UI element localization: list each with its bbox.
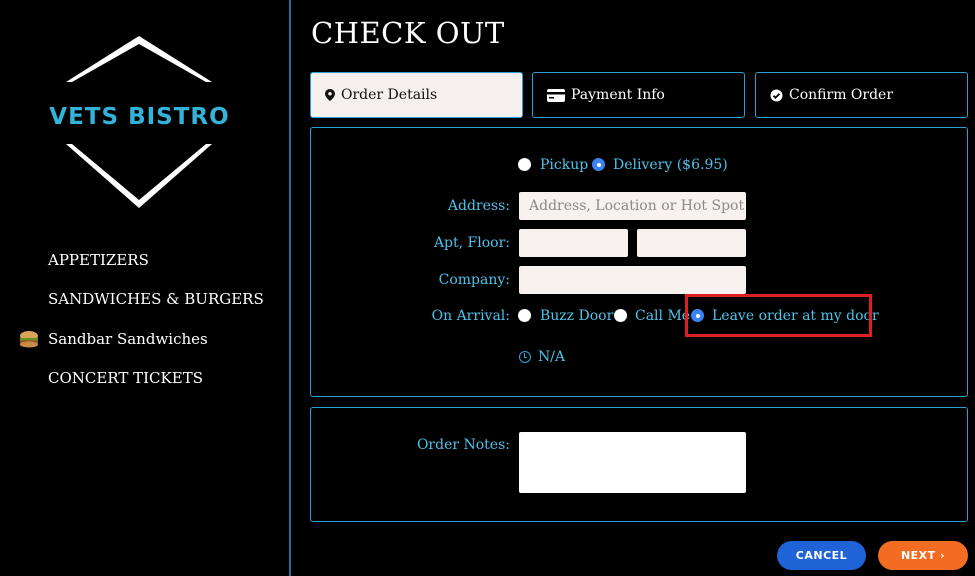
tab-label: Confirm Order — [789, 87, 894, 103]
sidebar-item-sandwiches-burgers[interactable]: SANDWICHES & BURGERS — [18, 280, 288, 320]
address-input[interactable] — [519, 192, 746, 220]
sandwich-icon — [20, 330, 38, 348]
pickup-label[interactable]: Pickup — [540, 157, 588, 173]
order-notes-textarea[interactable] — [519, 432, 746, 493]
map-pin-icon — [325, 89, 335, 101]
sidebar-item-sandbar-sandwiches[interactable]: Sandbar Sandwiches — [18, 319, 288, 359]
sidebar-item-label: SANDWICHES & BURGERS — [48, 290, 264, 309]
tab-label: Order Details — [341, 87, 438, 103]
call-me-label[interactable]: Call Me — [635, 308, 690, 324]
sidebar-item-appetizers[interactable]: APPETIZERS — [18, 240, 288, 280]
clock-icon — [519, 351, 531, 363]
buzz-door-radio[interactable] — [518, 309, 531, 322]
tab-order-details[interactable]: Order Details — [310, 72, 523, 118]
sidebar-item-concert-tickets[interactable]: CONCERT TICKETS — [18, 359, 288, 399]
page-title: CHECK OUT — [311, 16, 505, 50]
brand-name: VETS BISTRO — [49, 104, 230, 130]
company-input[interactable] — [519, 266, 746, 294]
apt-floor-label: Apt, Floor: — [433, 235, 510, 251]
delivery-radio[interactable] — [592, 158, 605, 171]
floor-input[interactable] — [637, 229, 746, 257]
call-me-radio[interactable] — [614, 309, 627, 322]
credit-card-icon — [547, 88, 565, 102]
delivery-label[interactable]: Delivery ($6.95) — [613, 157, 728, 173]
address-label: Address: — [447, 198, 510, 214]
cancel-button[interactable]: CANCEL — [777, 541, 866, 570]
sidebar: VETS BISTRO APPETIZERS SANDWICHES & BURG… — [0, 0, 291, 576]
sidebar-item-label: CONCERT TICKETS — [48, 369, 203, 388]
sidebar-nav: APPETIZERS SANDWICHES & BURGERS Sandbar … — [18, 240, 288, 398]
apt-input[interactable] — [519, 229, 628, 257]
tab-payment-info[interactable]: Payment Info — [532, 72, 745, 118]
sidebar-item-label: APPETIZERS — [48, 250, 149, 269]
tab-confirm-order[interactable]: Confirm Order — [755, 72, 968, 118]
check-circle-icon — [770, 89, 783, 102]
order-notes-label: Order Notes: — [416, 437, 510, 453]
checkout-tabs: Order Details Payment Info Confirm Order — [310, 72, 968, 118]
na-label: N/A — [538, 349, 566, 365]
company-label: Company: — [438, 272, 510, 288]
next-button[interactable]: NEXT › — [878, 541, 968, 570]
pickup-radio[interactable] — [518, 158, 531, 171]
highlight-box — [685, 294, 872, 337]
sidebar-item-label: Sandbar Sandwiches — [48, 329, 208, 348]
tab-label: Payment Info — [571, 87, 665, 103]
buzz-door-label[interactable]: Buzz Door — [540, 308, 613, 324]
on-arrival-label: On Arrival: — [431, 308, 510, 324]
